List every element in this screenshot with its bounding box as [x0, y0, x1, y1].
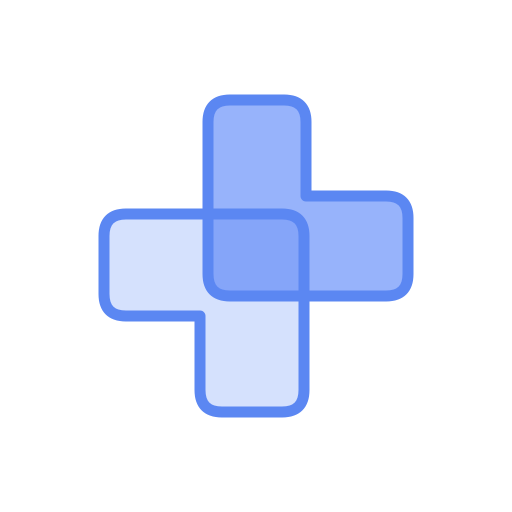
overlapping-puzzle-pieces-icon	[0, 0, 512, 512]
icon-canvas	[0, 0, 512, 512]
